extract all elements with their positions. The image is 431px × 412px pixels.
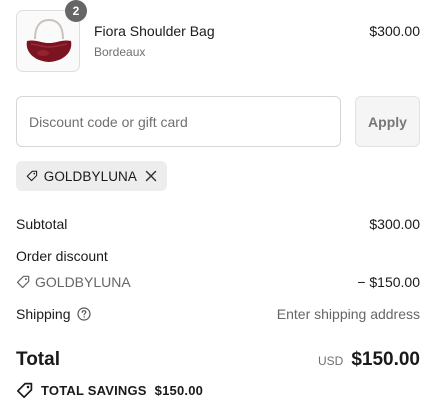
discount-code-row: GOLDBYLUNA − $150.00: [16, 274, 420, 294]
remove-discount-button[interactable]: [145, 170, 157, 182]
applied-discount-chip: GOLDBYLUNA: [16, 161, 167, 191]
currency-code: USD: [317, 354, 344, 368]
apply-button[interactable]: Apply: [355, 96, 420, 147]
product-name: Fiora Shoulder Bag: [94, 23, 215, 39]
order-discount-row: Order discount: [16, 248, 420, 268]
bag-product-image: [26, 18, 72, 62]
savings-label: TOTAL SAVINGS: [41, 383, 147, 398]
help-circle-icon: [76, 307, 91, 321]
order-discount-label: Order discount: [16, 248, 108, 264]
total-label: Total: [16, 349, 60, 370]
discount-code-line: GOLDBYLUNA: [16, 274, 131, 290]
tag-icon: [16, 382, 33, 399]
applied-discount-code: GOLDBYLUNA: [43, 168, 137, 184]
total-savings: TOTAL SAVINGS $150.00: [16, 382, 203, 399]
total-amount: $150.00: [351, 349, 420, 370]
savings-amount: $150.00: [154, 383, 204, 398]
discount-code-name: GOLDBYLUNA: [35, 274, 131, 290]
discount-code-input[interactable]: [16, 96, 341, 147]
subtotal-value: $300.00: [369, 216, 420, 232]
close-icon: [145, 170, 157, 182]
subtotal-row: Subtotal $300.00: [16, 216, 420, 236]
shipping-label: Shipping: [16, 306, 71, 322]
quantity-badge: 2: [65, 0, 87, 22]
shipping-value: Enter shipping address: [276, 306, 420, 322]
shipping-label-wrap: Shipping: [16, 306, 91, 324]
shipping-help-button[interactable]: [76, 307, 91, 324]
product-variant: Bordeaux: [94, 45, 146, 59]
shipping-row: Shipping Enter shipping address: [16, 306, 420, 326]
discount-value: − $150.00: [357, 274, 420, 290]
total-amount-wrap: USD $150.00: [318, 349, 420, 371]
tag-icon: [26, 170, 38, 182]
tag-icon: [16, 275, 30, 289]
line-item: 2 Fiora Shoulder Bag Bordeaux $300.00: [16, 0, 420, 72]
product-price: $300.00: [369, 23, 420, 39]
subtotal-label: Subtotal: [16, 216, 68, 232]
